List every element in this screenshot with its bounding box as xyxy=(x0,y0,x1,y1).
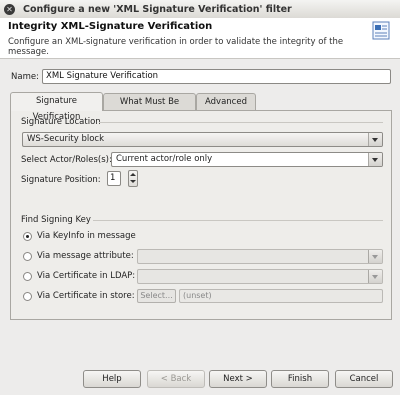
signature-position-input[interactable]: 1 xyxy=(107,171,121,186)
message-attribute-select[interactable] xyxy=(137,249,383,264)
signature-position-stepper[interactable] xyxy=(128,170,138,187)
select-certificate-button[interactable]: Select... xyxy=(137,289,176,303)
close-icon[interactable]: ✕ xyxy=(4,3,15,15)
chevron-down-icon[interactable] xyxy=(368,250,382,263)
radio-message-attribute-label[interactable]: Via message attribute: xyxy=(37,251,134,261)
certificate-store-value: (unset) xyxy=(179,289,383,303)
ldap-select[interactable] xyxy=(137,269,383,284)
window-titlebar: ✕ Configure a new 'XML Signature Verific… xyxy=(0,0,400,19)
header-description: Configure an XML-signature verification … xyxy=(8,37,344,57)
divider xyxy=(99,122,383,123)
chevron-down-icon[interactable] xyxy=(368,270,382,283)
next-button[interactable]: Next > xyxy=(209,370,267,388)
tab-advanced[interactable]: Advanced xyxy=(196,93,256,110)
chevron-down-icon[interactable] xyxy=(368,153,382,166)
radio-certificate-store-label[interactable]: Via Certificate in store: xyxy=(37,291,135,301)
name-input[interactable]: XML Signature Verification xyxy=(42,69,391,84)
chevron-down-icon[interactable] xyxy=(368,133,382,146)
wizard-header: Integrity XML-Signature Verification Con… xyxy=(0,18,400,59)
tab-panel: Signature Location WS-Security block Sel… xyxy=(10,110,392,320)
back-button[interactable]: < Back xyxy=(147,370,205,388)
tab-what-must-be-signed[interactable]: What Must Be Signed xyxy=(103,93,196,123)
actor-value: Current actor/role only xyxy=(116,154,213,164)
finish-button[interactable]: Finish xyxy=(271,370,329,388)
signature-position-label: Signature Position: xyxy=(21,175,101,185)
name-label: Name: xyxy=(11,72,39,82)
actor-select[interactable]: Current actor/role only xyxy=(111,152,383,167)
signature-location-select[interactable]: WS-Security block xyxy=(22,132,383,147)
signature-location-value: WS-Security block xyxy=(27,134,105,144)
window-title: Configure a new 'XML Signature Verificat… xyxy=(23,3,292,15)
find-signing-key-label: Find Signing Key xyxy=(21,215,91,225)
radio-certificate-ldap[interactable] xyxy=(23,272,32,281)
header-title: Integrity XML-Signature Verification xyxy=(8,21,213,32)
radio-certificate-store[interactable] xyxy=(23,292,32,301)
radio-message-attribute[interactable] xyxy=(23,252,32,261)
filter-document-icon xyxy=(372,21,390,40)
divider xyxy=(93,220,383,221)
cancel-button[interactable]: Cancel xyxy=(335,370,393,388)
radio-keyinfo-label[interactable]: Via KeyInfo in message xyxy=(37,231,136,241)
help-button[interactable]: Help xyxy=(83,370,141,388)
actor-label: Select Actor/Roles(s): xyxy=(21,155,112,165)
radio-certificate-ldap-label[interactable]: Via Certificate in LDAP: xyxy=(37,271,135,281)
radio-keyinfo[interactable] xyxy=(23,232,32,241)
tab-signature-verification[interactable]: Signature Verification xyxy=(10,92,103,122)
